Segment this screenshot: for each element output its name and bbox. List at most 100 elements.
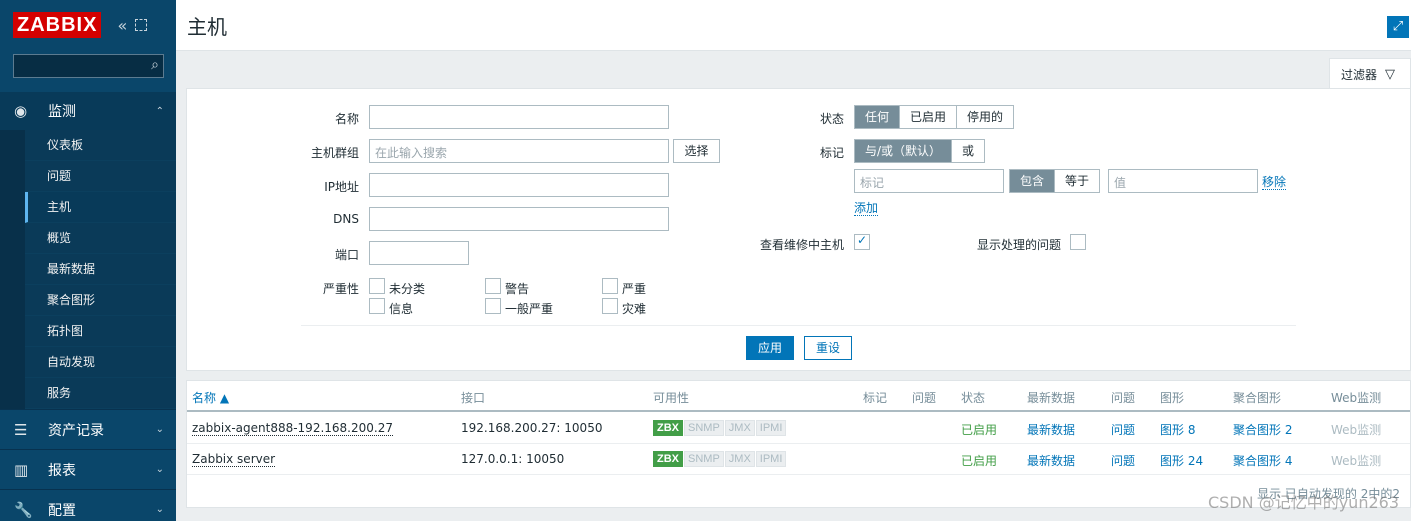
tag-op-contains[interactable]: 包含 bbox=[1010, 170, 1056, 192]
severity-information-checkbox[interactable] bbox=[369, 298, 385, 314]
tag-value-input[interactable]: 值 bbox=[1108, 169, 1258, 193]
tag-operator-segmented: 包含 等于 bbox=[1009, 169, 1101, 193]
wrench-icon: 🔧 bbox=[14, 500, 33, 519]
header-separator bbox=[187, 410, 1410, 412]
menu-monitoring[interactable]: ◉ 监测 ⌃ bbox=[0, 92, 176, 130]
monitoring-submenu: 仪表板 问题 主机 概览 最新数据 聚合图形 拓扑图 自动发现 服务 bbox=[0, 130, 176, 409]
sidebar-item-latest-data[interactable]: 最新数据 bbox=[25, 254, 176, 285]
host-name-link[interactable]: Zabbix server bbox=[192, 452, 276, 467]
zbx-badge: ZBX bbox=[653, 420, 683, 436]
severity-average-checkbox[interactable] bbox=[485, 298, 501, 314]
col-latest-header: 最新数据 bbox=[1027, 391, 1076, 405]
severity-warning-checkbox[interactable] bbox=[485, 278, 501, 294]
tags-eval-segmented: 与/或（默认） 或 bbox=[854, 139, 986, 163]
severity-not-classified-label: 未分类 bbox=[389, 282, 426, 296]
web-link-disabled: Web监测 bbox=[1331, 423, 1382, 437]
sidebar-item-maps[interactable]: 拓扑图 bbox=[25, 316, 176, 347]
maintenance-label: 查看维修中主机 bbox=[759, 238, 844, 252]
jmx-badge: JMX bbox=[724, 451, 755, 467]
sidebar-item-overview[interactable]: 概览 bbox=[25, 223, 176, 254]
col-graphs-header: 图形 bbox=[1160, 391, 1185, 405]
severity-high-label: 严重 bbox=[622, 282, 647, 296]
latest-data-link[interactable]: 最新数据 bbox=[1027, 421, 1075, 438]
status-any[interactable]: 任何 bbox=[855, 106, 901, 128]
tag-input[interactable]: 标记 bbox=[854, 169, 1004, 193]
snmp-badge: SNMP bbox=[684, 420, 724, 436]
add-tag-link[interactable]: 添加 bbox=[854, 201, 879, 216]
search-icon[interactable]: ⌕ bbox=[151, 57, 159, 73]
severity-high-checkbox[interactable] bbox=[602, 278, 618, 294]
sidebar-item-hosts[interactable]: 主机 bbox=[25, 192, 176, 223]
col-problems-header: 问题 bbox=[912, 391, 937, 405]
tags-or[interactable]: 或 bbox=[952, 140, 985, 162]
apply-button[interactable]: 应用 bbox=[746, 336, 794, 360]
sidebar-item-dashboard[interactable]: 仪表板 bbox=[25, 130, 176, 161]
status-disabled[interactable]: 停用的 bbox=[957, 106, 1014, 128]
host-status[interactable]: 已启用 bbox=[961, 421, 997, 438]
menu-configuration-label: 配置 bbox=[48, 502, 76, 519]
maintenance-checkbox[interactable] bbox=[854, 233, 870, 250]
severity-average-label: 一般严重 bbox=[505, 302, 554, 316]
col-name-header[interactable]: 名称 ▲ bbox=[192, 389, 229, 406]
graphs-link[interactable]: 图形 24 bbox=[1160, 452, 1203, 469]
jmx-badge: JMX bbox=[724, 420, 755, 436]
row-separator bbox=[187, 443, 1410, 444]
sidebar-item-screens[interactable]: 聚合图形 bbox=[25, 285, 176, 316]
select-hostgroup-button[interactable]: 选择 bbox=[673, 139, 720, 163]
ip-input[interactable] bbox=[369, 173, 669, 197]
col-tags-header: 标记 bbox=[863, 391, 888, 405]
port-input[interactable] bbox=[369, 241, 469, 265]
name-label: 名称 bbox=[334, 112, 359, 126]
sidebar-item-services[interactable]: 服务 bbox=[25, 378, 176, 409]
col-availability-header: 可用性 bbox=[653, 391, 690, 405]
tags-and-or[interactable]: 与/或（默认） bbox=[855, 140, 953, 162]
status-label: 状态 bbox=[819, 112, 844, 126]
reset-button[interactable]: 重设 bbox=[804, 336, 852, 360]
logo-row: ZABBIX « bbox=[0, 0, 176, 50]
problems-link[interactable]: 问题 bbox=[1111, 452, 1135, 469]
host-name-link[interactable]: zabbix-agent888-192.168.200.27 bbox=[192, 421, 393, 436]
menu-reports[interactable]: ▥ 报表 ⌄ bbox=[0, 449, 176, 489]
show-suppressed-checkbox[interactable] bbox=[1070, 234, 1086, 250]
port-label: 端口 bbox=[334, 248, 359, 262]
hostgroup-input[interactable]: 在此输入搜索 bbox=[369, 139, 669, 163]
severity-not-classified-checkbox[interactable] bbox=[369, 278, 385, 294]
fullscreen-icon[interactable]: ⤢ bbox=[1387, 16, 1409, 38]
severity-warning-label: 警告 bbox=[505, 282, 530, 296]
col-web-header: Web监测 bbox=[1331, 391, 1382, 405]
dns-input[interactable] bbox=[369, 207, 669, 231]
zabbix-logo[interactable]: ZABBIX bbox=[13, 12, 102, 38]
snmp-badge: SNMP bbox=[684, 451, 724, 467]
watermark: CSDN @记忆中的yun263 bbox=[1208, 493, 1399, 512]
severity-label: 严重性 bbox=[322, 282, 359, 296]
severity-disaster-checkbox[interactable] bbox=[602, 298, 618, 314]
col-interface-header: 接口 bbox=[461, 391, 486, 405]
kiosk-mode-icon[interactable] bbox=[135, 19, 148, 31]
row-separator bbox=[187, 474, 1410, 475]
status-enabled[interactable]: 已启用 bbox=[900, 106, 958, 128]
collapse-sidebar-icon[interactable]: « bbox=[117, 16, 127, 35]
filter-tab-label: 过滤器 bbox=[1341, 67, 1378, 82]
filter-icon: ▽ bbox=[1385, 66, 1396, 82]
eye-icon: ◉ bbox=[14, 102, 28, 120]
name-input[interactable] bbox=[369, 105, 669, 129]
problems-link[interactable]: 问题 bbox=[1111, 421, 1135, 438]
col-problems2-header: 问题 bbox=[1111, 391, 1136, 405]
screens-link[interactable]: 聚合图形 4 bbox=[1233, 452, 1292, 469]
chevron-down-icon: ⌄ bbox=[155, 464, 164, 475]
graphs-link[interactable]: 图形 8 bbox=[1160, 421, 1195, 438]
availability-badges: ZBX SNMP JMX IPMI bbox=[653, 420, 787, 436]
host-interface: 127.0.0.1: 10050 bbox=[461, 452, 565, 466]
host-status[interactable]: 已启用 bbox=[961, 452, 997, 469]
menu-configuration[interactable]: 🔧 配置 ⌄ bbox=[0, 489, 176, 521]
zbx-badge: ZBX bbox=[653, 451, 683, 467]
sidebar-item-discovery[interactable]: 自动发现 bbox=[25, 347, 176, 378]
menu-inventory[interactable]: ☰ 资产记录 ⌄ bbox=[0, 409, 176, 449]
sidebar-item-problems[interactable]: 问题 bbox=[25, 161, 176, 192]
sidebar-search-input[interactable]: ⌕ bbox=[13, 54, 164, 78]
tag-op-equals[interactable]: 等于 bbox=[1055, 170, 1100, 192]
screens-link[interactable]: 聚合图形 2 bbox=[1233, 421, 1292, 438]
filter-tab[interactable]: 过滤器 ▽ bbox=[1329, 58, 1411, 89]
remove-tag-link[interactable]: 移除 bbox=[1262, 175, 1287, 190]
latest-data-link[interactable]: 最新数据 bbox=[1027, 452, 1075, 469]
